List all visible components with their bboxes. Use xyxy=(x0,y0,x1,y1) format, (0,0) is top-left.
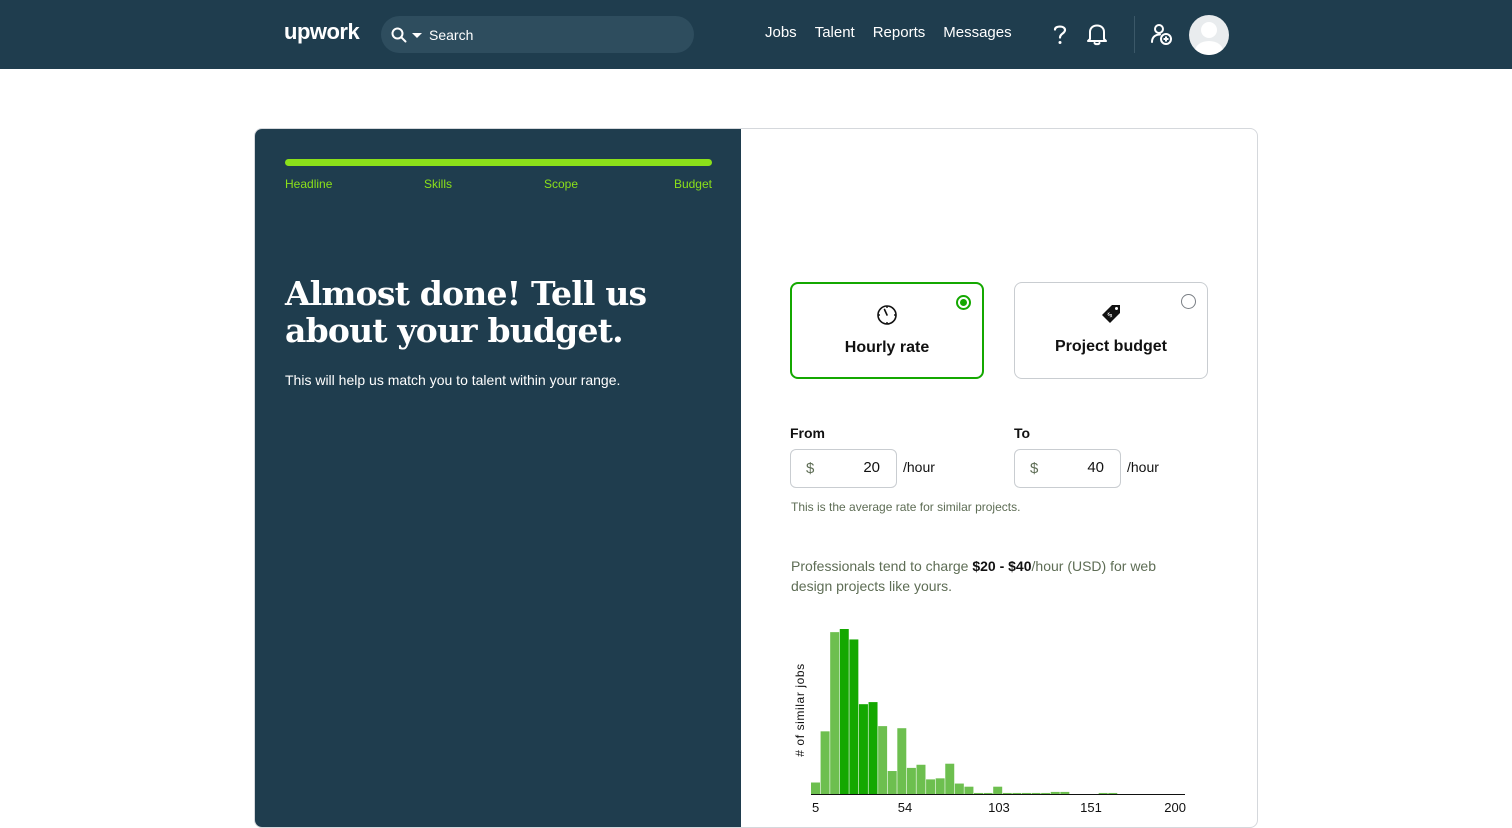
main-nav: Jobs Talent Reports Messages xyxy=(765,24,1030,41)
search-type-dropdown-icon[interactable] xyxy=(411,29,423,41)
histogram-bar xyxy=(983,792,993,794)
invite-user-icon[interactable] xyxy=(1149,22,1173,46)
histogram-bar xyxy=(811,782,820,794)
histogram-bar xyxy=(1098,792,1108,794)
upwork-logo[interactable]: upwork xyxy=(284,19,360,45)
rate-insight-text: Professionals tend to charge $20 - $40/h… xyxy=(791,556,1191,596)
step-scope: Scope xyxy=(544,177,579,191)
step-budget: Budget xyxy=(673,177,712,191)
x-tick-label: 5 xyxy=(812,800,819,815)
histogram-bar xyxy=(964,786,974,794)
to-rate-input[interactable] xyxy=(1054,459,1104,476)
to-unit-label: /hour xyxy=(1127,459,1159,475)
search-input[interactable]: Search xyxy=(429,27,473,43)
hourly-rate-radio[interactable] xyxy=(956,295,971,310)
nav-reports[interactable]: Reports xyxy=(873,24,926,41)
from-label: From xyxy=(790,425,825,441)
step-skills: Skills xyxy=(424,177,453,191)
average-rate-note: This is the average rate for similar pro… xyxy=(791,500,1021,514)
histogram-bar xyxy=(1021,792,1031,794)
x-tick-label: 103 xyxy=(988,800,1010,815)
search-icon xyxy=(391,27,407,42)
histogram-bar xyxy=(839,629,849,794)
progress-steps: Headline Skills Scope Budget xyxy=(285,177,712,193)
histogram-bar xyxy=(945,763,955,794)
step-headline: Headline xyxy=(285,177,333,191)
histogram-bar xyxy=(954,783,964,794)
rate-histogram: # of similar jobs 5 54 103 151 200 xyxy=(783,619,1193,827)
price-tag-icon: $ xyxy=(1102,305,1120,323)
histogram-bar xyxy=(820,731,830,794)
to-currency-symbol: $ xyxy=(1030,460,1039,477)
histogram-svg: 5 54 103 151 200 xyxy=(811,629,1186,815)
x-tick-label: 151 xyxy=(1080,800,1102,815)
page-subtitle: This will help us match you to talent wi… xyxy=(285,372,621,388)
histogram-bar xyxy=(993,786,1003,794)
histogram-bar xyxy=(926,779,936,794)
histogram-bar xyxy=(878,726,888,794)
to-rate-field[interactable]: $ xyxy=(1014,449,1121,488)
histogram-bar xyxy=(830,632,840,794)
chart-y-axis-label: # of similar jobs xyxy=(793,663,807,757)
histogram-bar xyxy=(906,767,916,794)
hourly-rate-option[interactable]: Hourly rate xyxy=(790,282,984,379)
user-avatar[interactable] xyxy=(1189,15,1229,55)
histogram-bar xyxy=(897,728,907,794)
job-post-card: Headline Skills Scope Budget Almost done… xyxy=(254,128,1258,828)
clock-icon xyxy=(877,305,897,325)
nav-talent[interactable]: Talent xyxy=(815,24,855,41)
intro-panel: Headline Skills Scope Budget Almost done… xyxy=(255,129,741,827)
histogram-bar xyxy=(935,778,945,794)
page-title: Almost done! Tell us about your budget. xyxy=(285,274,647,350)
nav-messages[interactable]: Messages xyxy=(943,24,1011,41)
from-rate-input[interactable] xyxy=(830,459,880,476)
histogram-bar xyxy=(916,764,926,794)
project-budget-label: Project budget xyxy=(1054,338,1167,355)
top-nav-bar: upwork Search Jobs Talent Reports Messag… xyxy=(0,0,1512,69)
hourly-rate-label: Hourly rate xyxy=(844,339,930,356)
project-budget-radio[interactable] xyxy=(1181,294,1196,309)
x-tick-label: 200 xyxy=(1164,800,1186,815)
from-currency-symbol: $ xyxy=(806,460,815,477)
histogram-bar xyxy=(1012,792,1022,794)
help-icon[interactable] xyxy=(1048,22,1072,46)
histogram-bar xyxy=(1060,791,1070,794)
notifications-bell-icon[interactable] xyxy=(1085,22,1109,46)
histogram-bar xyxy=(1108,792,1118,794)
progress-bar xyxy=(285,159,712,166)
default-avatar-icon xyxy=(1195,22,1223,55)
histogram-bar xyxy=(858,704,868,794)
search-bar[interactable]: Search xyxy=(381,16,694,53)
to-label: To xyxy=(1014,425,1031,441)
histogram-bar xyxy=(849,639,859,794)
histogram-bar xyxy=(1050,791,1060,794)
project-budget-option[interactable]: $ Project budget xyxy=(1014,282,1208,379)
histogram-bar xyxy=(868,702,878,794)
nav-jobs[interactable]: Jobs xyxy=(765,24,797,41)
header-divider xyxy=(1134,16,1135,53)
histogram-bar xyxy=(1002,792,1012,794)
histogram-bar xyxy=(974,792,984,794)
insight-prefix: Professionals tend to charge xyxy=(791,558,973,574)
from-unit-label: /hour xyxy=(903,459,935,475)
insight-range: $20 - $40 xyxy=(972,558,1032,574)
histogram-bar xyxy=(1031,792,1041,794)
from-rate-field[interactable]: $ xyxy=(790,449,897,488)
x-tick-label: 54 xyxy=(898,800,912,815)
histogram-bar xyxy=(887,771,897,794)
histogram-bar xyxy=(1041,792,1051,794)
